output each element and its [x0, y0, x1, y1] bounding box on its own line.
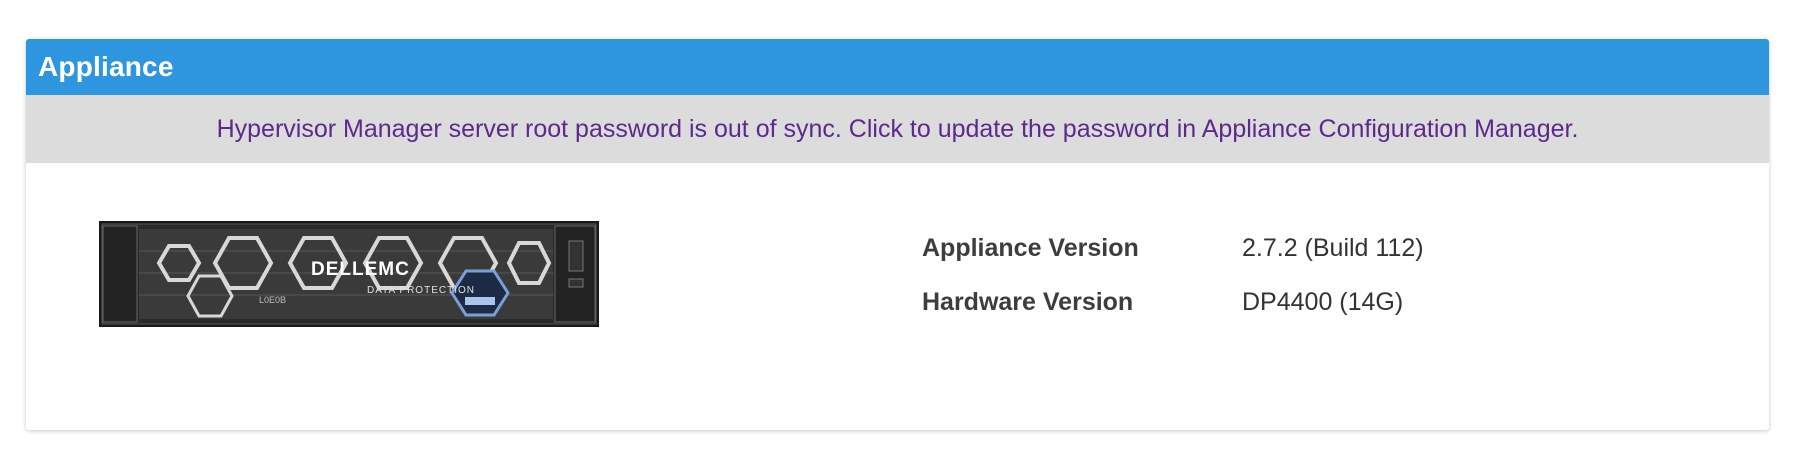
hardware-version-label: Hardware Version — [922, 287, 1134, 316]
password-sync-banner[interactable]: Hypervisor Manager server root password … — [26, 95, 1769, 163]
svg-text:DELLEMC: DELLEMC — [311, 259, 410, 280]
hardware-version-row: Hardware Version DP4400 (14G) — [922, 275, 1424, 329]
appliance-version-value: 2.7.2 (Build 112) — [1242, 233, 1424, 262]
svg-text:DATA PROTECTION: DATA PROTECTION — [367, 285, 475, 296]
panel-title: Appliance — [38, 51, 174, 82]
panel-body: DELLEMC DATA PROTECTION L0E0B Appliance … — [26, 163, 1769, 430]
appliance-panel: Appliance Hypervisor Manager server root… — [26, 39, 1769, 430]
appliance-version-row: Appliance Version 2.7.2 (Build 112) — [922, 221, 1424, 275]
server-appliance-image: DELLEMC DATA PROTECTION L0E0B — [99, 221, 599, 327]
password-sync-message[interactable]: Hypervisor Manager server root password … — [217, 115, 1579, 144]
appliance-version-label: Appliance Version — [922, 233, 1139, 262]
svg-text:L0E0B: L0E0B — [259, 295, 286, 305]
hardware-version-value: DP4400 (14G) — [1242, 287, 1404, 316]
panel-header: Appliance — [26, 39, 1769, 95]
version-info: Appliance Version 2.7.2 (Build 112) Hard… — [922, 221, 1424, 329]
